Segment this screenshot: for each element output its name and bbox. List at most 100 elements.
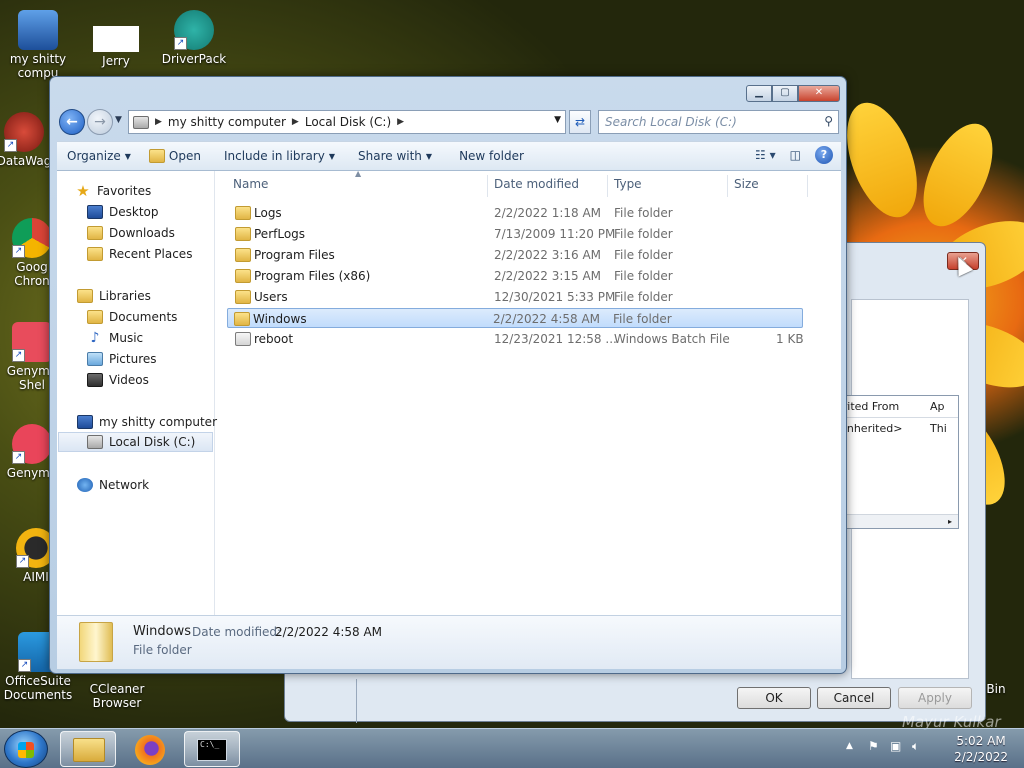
taskbar-explorer[interactable] xyxy=(60,731,116,767)
nav-computer[interactable]: my shitty computer xyxy=(77,412,217,432)
file-type: File folder xyxy=(614,290,673,304)
nav-favorites[interactable]: ★ Favorites xyxy=(75,181,151,201)
address-bar[interactable]: ▶ my shitty computer ▶ Local Disk (C:) ▶… xyxy=(128,110,566,134)
column-separator xyxy=(487,175,488,197)
recent-pages-dropdown[interactable]: ▼ xyxy=(115,115,122,125)
cell-applies: Thi xyxy=(930,422,947,435)
nav-network[interactable]: Network xyxy=(77,475,149,495)
forward-button[interactable]: → xyxy=(87,109,113,135)
file-row-program-files[interactable]: Program Files 2/2/2022 3:16 AM File fold… xyxy=(229,245,805,265)
col-applies-to[interactable]: Ap xyxy=(930,400,945,413)
cancel-button[interactable]: Cancel xyxy=(817,687,891,709)
nav-music[interactable]: ♪ Music xyxy=(87,328,144,348)
address-dropdown-icon[interactable]: ▼ xyxy=(554,115,561,125)
file-name: PerfLogs xyxy=(254,227,306,241)
refresh-button[interactable]: ⇄ xyxy=(569,110,591,134)
network-status-icon[interactable]: ▣ xyxy=(890,739,901,753)
volume-icon[interactable]: 🔈︎ xyxy=(912,739,919,754)
close-button[interactable]: ✕ xyxy=(798,85,840,102)
breadcrumb-local-disk[interactable]: Local Disk (C:) xyxy=(305,115,391,129)
open-label: Open xyxy=(168,149,201,163)
desktop-icon-driverpack[interactable]: ↗ DriverPack xyxy=(156,10,232,66)
permissions-row[interactable]: t inherited> Thi xyxy=(834,418,1024,438)
search-input[interactable]: Search Local Disk (C:) ⚲ xyxy=(598,110,839,134)
file-name: Users xyxy=(254,290,288,304)
preview-pane-icon[interactable]: ◫ xyxy=(790,148,801,162)
desktop-icon-computer[interactable]: my shitty compu xyxy=(0,10,76,80)
computer-icon xyxy=(77,415,93,429)
nav-label: Local Disk (C:) xyxy=(109,435,196,449)
breadcrumb-computer[interactable]: my shitty computer xyxy=(168,115,286,129)
search-icon[interactable]: ⚲ xyxy=(824,114,833,128)
help-icon[interactable]: ? xyxy=(815,146,833,164)
nav-label: Documents xyxy=(109,310,178,324)
desktop-icon-jerry[interactable]: Jerry xyxy=(78,26,154,68)
file-name: Program Files (x86) xyxy=(254,269,371,283)
jerry-icon xyxy=(93,26,139,52)
file-row-users[interactable]: Users 12/30/2021 5:33 PM File folder xyxy=(229,287,805,307)
column-type[interactable]: Type xyxy=(614,177,642,199)
column-name[interactable]: Name xyxy=(233,177,268,199)
file-date: 12/23/2021 12:58 ... xyxy=(494,332,617,346)
file-row-windows[interactable]: Windows 2/2/2022 4:58 AM File folder xyxy=(227,308,803,328)
file-date: 7/13/2009 11:20 PM xyxy=(494,227,616,241)
navigation-pane[interactable]: ★ Favorites Desktop Downloads Recent Pla… xyxy=(57,171,217,615)
back-button[interactable]: ← xyxy=(59,109,85,135)
taskbar-command-prompt[interactable]: C:\_ xyxy=(184,731,240,767)
maximize-button[interactable]: ▢ xyxy=(772,85,798,102)
clock-date: 2/2/2022 xyxy=(954,750,1008,764)
file-size: 1 KB xyxy=(776,332,804,346)
nav-videos[interactable]: Videos xyxy=(87,370,149,390)
recent-places-icon xyxy=(87,247,103,261)
permissions-list[interactable]: erited From Ap t inherited> Thi ▸ xyxy=(833,395,959,529)
shortcut-arrow-icon: ↗ xyxy=(12,451,25,464)
file-row-perflogs[interactable]: PerfLogs 7/13/2009 11:20 PM File folder xyxy=(229,224,805,244)
taskbar-firefox[interactable] xyxy=(122,731,178,767)
column-date-modified[interactable]: Date modified xyxy=(494,177,579,199)
chevron-right-icon[interactable]: ▶ xyxy=(397,117,404,127)
file-row-logs[interactable]: Logs 2/2/2022 1:18 AM File folder xyxy=(229,203,805,223)
file-name: Program Files xyxy=(254,248,335,262)
nav-recent-places[interactable]: Recent Places xyxy=(87,244,192,264)
shortcut-arrow-icon: ↗ xyxy=(18,659,31,672)
organize-button[interactable]: Organize ▼ xyxy=(57,149,140,163)
column-separator xyxy=(727,175,728,197)
search-placeholder: Search Local Disk (C:) xyxy=(605,115,737,129)
nav-pictures[interactable]: Pictures xyxy=(87,349,157,369)
chevron-right-icon[interactable]: ▶ xyxy=(155,117,162,127)
nav-downloads[interactable]: Downloads xyxy=(87,223,175,243)
column-size[interactable]: Size xyxy=(734,177,759,199)
nav-documents[interactable]: Documents xyxy=(87,307,177,327)
chrome-icon: ↗ xyxy=(12,218,52,258)
start-button[interactable] xyxy=(4,730,48,768)
sort-ascending-icon: ▲ xyxy=(355,169,362,178)
open-button[interactable]: Open xyxy=(140,149,210,163)
desktop-icon xyxy=(87,205,103,219)
horizontal-scrollbar[interactable]: ▸ xyxy=(834,514,958,528)
desktop-icon-label: CCleaner Browser xyxy=(89,682,145,710)
show-hidden-icons-icon[interactable]: ▲ xyxy=(846,741,853,751)
file-type: File folder xyxy=(614,227,673,241)
action-center-icon[interactable]: ⚑ xyxy=(868,739,879,753)
change-view-icon[interactable]: ☷ ▾ xyxy=(755,148,776,162)
nav-label: Pictures xyxy=(109,352,157,366)
file-row-reboot[interactable]: reboot 12/23/2021 12:58 ... Windows Batc… xyxy=(229,329,805,349)
file-date: 12/30/2021 5:33 PM xyxy=(494,290,616,304)
share-with-button[interactable]: Share with ▼ xyxy=(344,149,441,163)
apply-button[interactable]: Apply xyxy=(898,687,972,709)
nav-local-disk[interactable]: Local Disk (C:) xyxy=(58,432,213,452)
ok-button[interactable]: OK xyxy=(737,687,811,709)
nav-libraries[interactable]: Libraries xyxy=(77,286,151,306)
shortcut-arrow-icon: ↗ xyxy=(12,349,25,362)
shortcut-arrow-icon: ↗ xyxy=(4,139,17,152)
navigation-bar: ← → ▼ ▶ my shitty computer ▶ Local Disk … xyxy=(58,108,840,138)
details-pane: Windows Date modified: 2/2/2022 4:58 AM … xyxy=(57,615,841,669)
chevron-right-icon[interactable]: ▶ xyxy=(292,117,299,127)
nav-desktop[interactable]: Desktop xyxy=(87,202,159,222)
system-clock[interactable]: 5:02 AM 2/2/2022 xyxy=(954,733,1008,765)
file-list[interactable]: ▲ Name Date modified Type Size Logs 2/2/… xyxy=(227,169,841,615)
minimize-button[interactable]: ▁ xyxy=(746,85,772,102)
include-in-library-button[interactable]: Include in library ▼ xyxy=(210,149,344,163)
new-folder-button[interactable]: New folder xyxy=(441,149,533,163)
file-row-program-files-x86[interactable]: Program Files (x86) 2/2/2022 3:15 AM Fil… xyxy=(229,266,805,286)
